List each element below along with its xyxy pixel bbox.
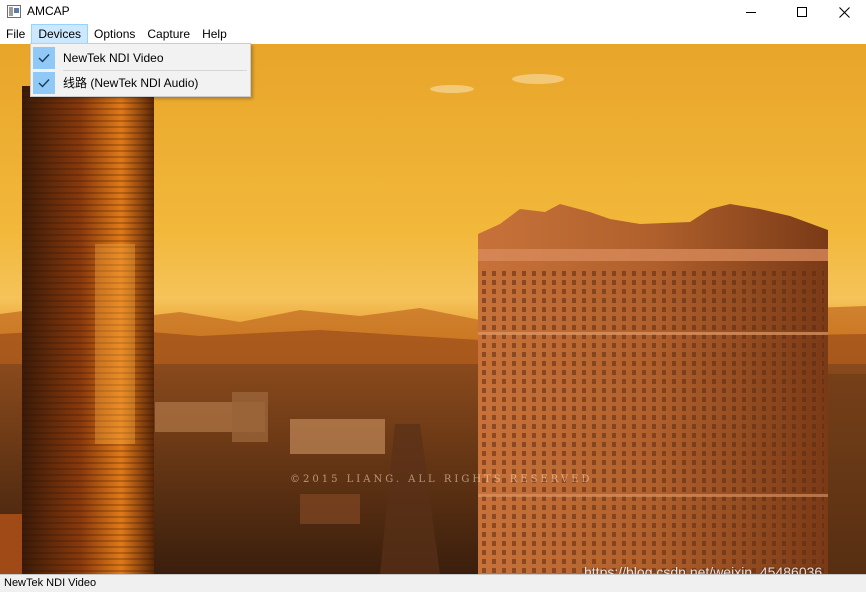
menu-item-label: 线路 (NewTek NDI Audio) [63, 76, 199, 90]
checkmark-icon [33, 71, 55, 94]
minimize-button[interactable] [728, 0, 774, 24]
menu-bar: File Devices Options Capture Help [0, 24, 866, 44]
source-watermark: https://blog.csdn.net/weixin_45486036 [584, 564, 823, 574]
maximize-icon [797, 7, 807, 17]
menu-file[interactable]: File [0, 24, 31, 44]
preview-image [0, 74, 866, 574]
video-preview: ©2015 LIANG. ALL RIGHTS RESERVED https:/… [0, 44, 866, 574]
menu-item-label: NewTek NDI Video [63, 50, 164, 65]
menu-capture[interactable]: Capture [141, 24, 196, 44]
minimize-icon [746, 11, 756, 13]
status-text: NewTek NDI Video [4, 577, 97, 589]
title-bar: AMCAP [0, 0, 866, 24]
menu-item-newtek-ndi-audio[interactable]: 线路 (NewTek NDI Audio) [33, 71, 248, 94]
menu-item-newtek-ndi-video[interactable]: NewTek NDI Video [33, 46, 248, 69]
menu-devices[interactable]: Devices [31, 24, 89, 44]
devices-dropdown-menu: NewTek NDI Video 线路 (NewTek NDI Audio) [30, 43, 251, 97]
photo-copyright-overlay: ©2015 LIANG. ALL RIGHTS RESERVED [290, 474, 593, 485]
status-bar: NewTek NDI Video [0, 574, 866, 592]
close-icon [838, 6, 850, 18]
window-title: AMCAP [27, 4, 70, 18]
maximize-button[interactable] [779, 0, 825, 24]
close-button[interactable] [821, 0, 866, 24]
menu-options[interactable]: Options [88, 24, 141, 44]
menu-help[interactable]: Help [196, 24, 233, 44]
amcap-app-icon[interactable] [7, 5, 21, 18]
checkmark-icon [33, 46, 55, 69]
